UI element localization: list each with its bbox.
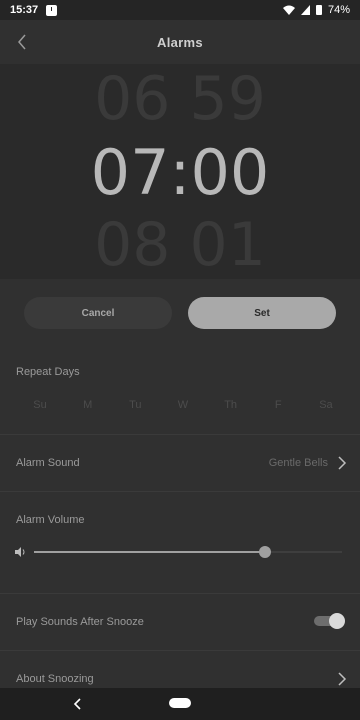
alarm-sound-label: Alarm Sound [16, 457, 80, 469]
chevron-right-icon [338, 672, 347, 686]
day-toggle-sunday[interactable]: Su [30, 399, 50, 415]
top-bar: Alarms [0, 20, 360, 64]
chevron-left-icon [18, 34, 26, 50]
volume-thumb[interactable] [259, 546, 271, 558]
cancel-button[interactable]: Cancel [24, 297, 172, 329]
play-after-snooze-toggle[interactable] [314, 613, 345, 629]
alarm-sound-value: Gentle Bells [268, 457, 328, 469]
time-picker[interactable]: 06 59 07:00 08 01 [0, 64, 360, 280]
day-toggle-wednesday[interactable]: W [173, 399, 193, 415]
page-title: Alarms [157, 34, 203, 50]
day-toggle-saturday[interactable]: Sa [316, 399, 336, 415]
set-button[interactable]: Set [188, 297, 336, 329]
day-toggle-monday[interactable]: M [78, 399, 98, 415]
day-toggle-tuesday[interactable]: Tu [125, 399, 145, 415]
back-button[interactable] [10, 30, 34, 54]
battery-icon [315, 5, 322, 15]
divider [0, 491, 360, 492]
repeat-days-label: Repeat Days [16, 366, 80, 378]
picker-selected-time[interactable]: 07:00 [0, 136, 360, 209]
divider [0, 650, 360, 651]
home-pill[interactable] [169, 698, 191, 708]
about-snoozing-label: About Snoozing [16, 673, 94, 685]
play-after-snooze-label: Play Sounds After Snooze [16, 616, 144, 628]
alarm-volume-slider[interactable] [0, 543, 360, 563]
repeat-days-selector: Su M Tu W Th F Sa [0, 399, 360, 415]
play-after-snooze-row: Play Sounds After Snooze [0, 613, 360, 633]
picker-actions: Cancel Set [24, 297, 336, 329]
divider [0, 593, 360, 594]
day-toggle-friday[interactable]: F [268, 399, 288, 415]
battery-percent: 74% [327, 4, 350, 16]
divider [0, 434, 360, 435]
about-snoozing-row[interactable]: About Snoozing [0, 670, 360, 690]
chevron-right-icon [338, 456, 347, 470]
volume-fill [34, 551, 265, 553]
signal-icon [300, 5, 310, 15]
volume-track[interactable] [34, 546, 342, 558]
toggle-knob [329, 613, 345, 629]
speaker-icon [15, 547, 25, 557]
picker-previous-time[interactable]: 06 59 [0, 64, 360, 134]
day-toggle-thursday[interactable]: Th [221, 399, 241, 415]
system-nav-bar [0, 688, 360, 720]
status-time: 15:37 [10, 4, 39, 16]
picker-next-time[interactable]: 08 01 [0, 210, 360, 280]
nav-back-icon[interactable] [70, 695, 86, 713]
alarm-clock-icon [46, 4, 58, 16]
status-bar: 15:37 74% [0, 0, 360, 20]
alarm-volume-label: Alarm Volume [16, 514, 85, 526]
wifi-icon [282, 5, 295, 15]
alarm-sound-row[interactable]: Alarm Sound Gentle Bells [0, 454, 360, 474]
status-icons: 74% [282, 4, 350, 16]
